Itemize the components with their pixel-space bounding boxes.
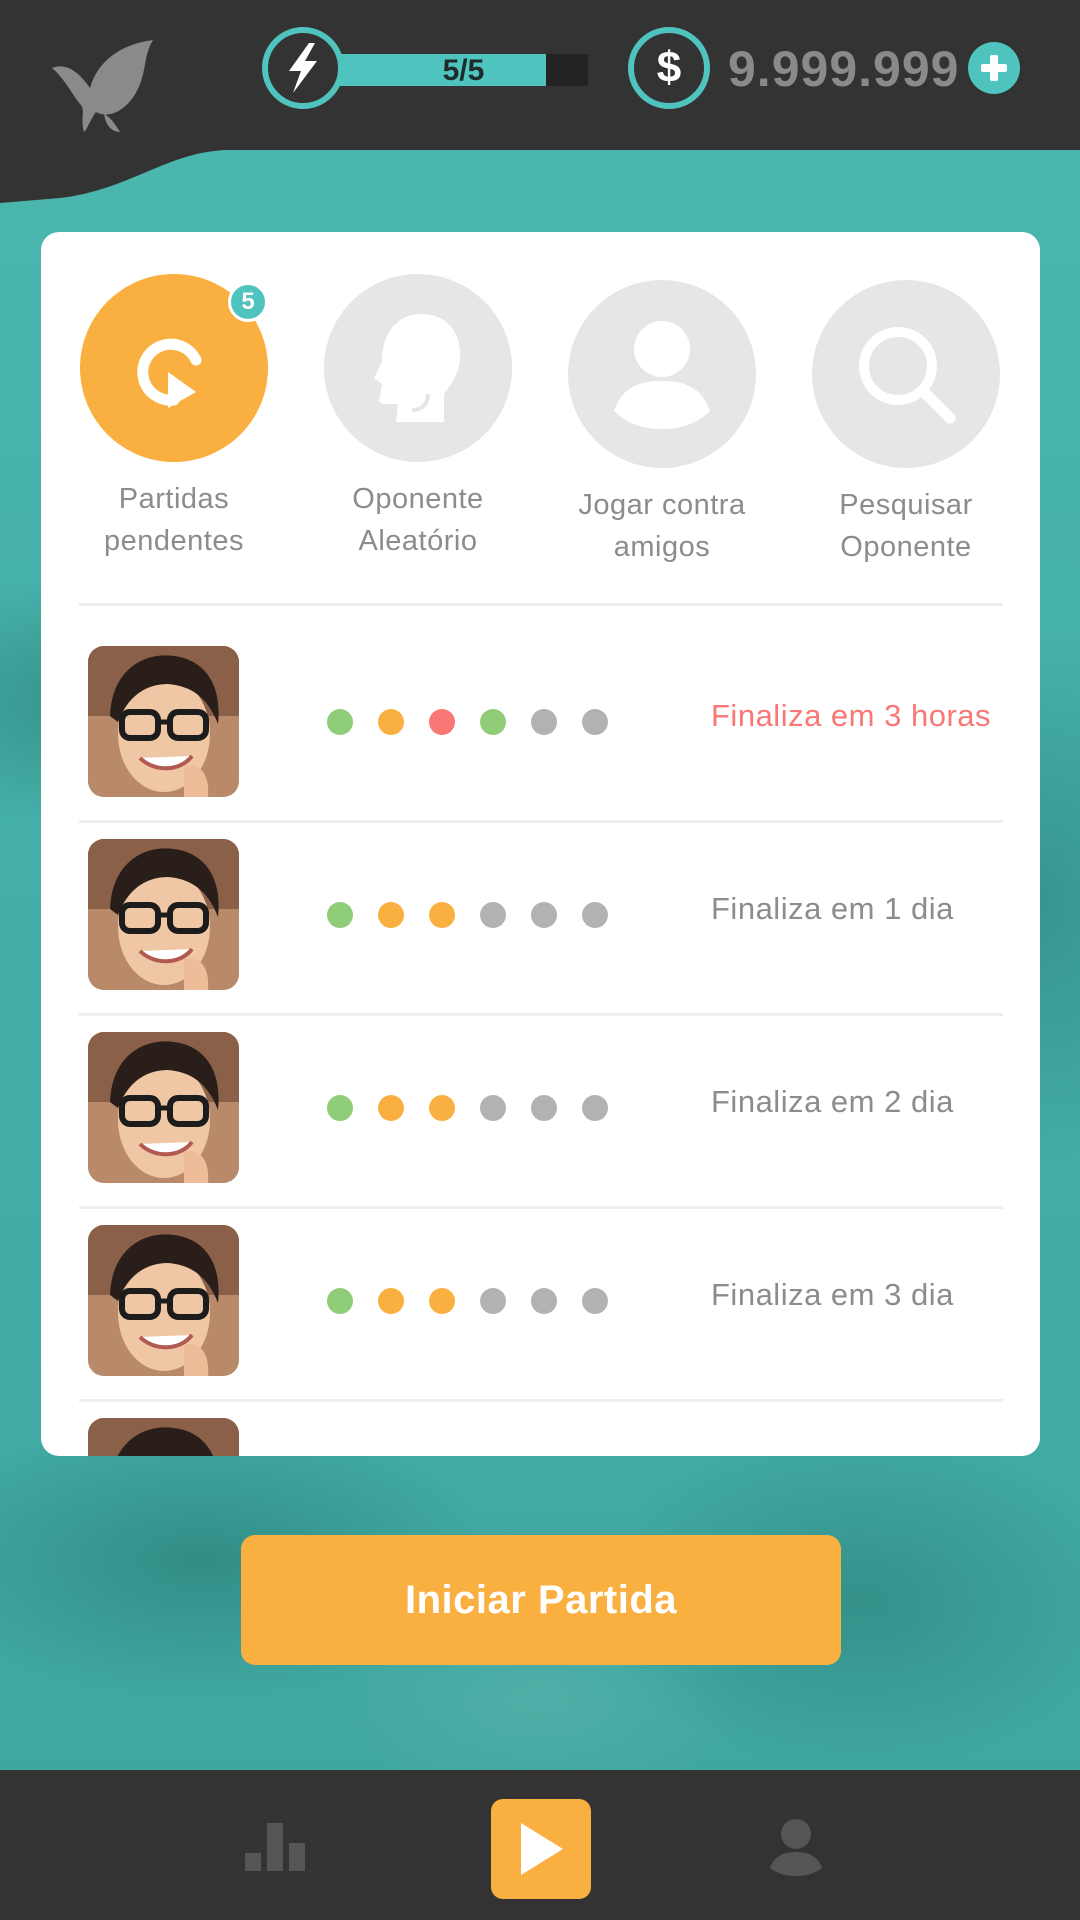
match-row[interactable]: Finaliza em 1 dia	[41, 839, 1040, 1032]
bottom-nav	[0, 1770, 1080, 1920]
round-dot	[480, 902, 506, 928]
start-match-button[interactable]: Iniciar Partida	[241, 1535, 841, 1665]
round-dot	[429, 902, 455, 928]
match-deadline: Finaliza em 3 horas	[711, 698, 992, 733]
round-dot	[327, 1095, 353, 1121]
match-deadline: Finaliza em 3 dia	[711, 1277, 954, 1312]
match-row[interactable]: Finaliza em 2 dia	[41, 1032, 1040, 1225]
energy-bar: 5/5	[310, 54, 588, 87]
opponent-avatar	[88, 1418, 239, 1456]
round-dot	[480, 709, 506, 735]
opponent-avatar	[88, 646, 239, 797]
add-coins-button[interactable]	[968, 42, 1020, 94]
top-bar: 5/5 $ 9.999.999	[0, 0, 1080, 210]
round-dot	[531, 709, 557, 735]
head-silhouette-icon	[374, 314, 461, 422]
match-deadline: Finaliza em 1 dia	[711, 891, 954, 926]
search-icon	[859, 327, 956, 424]
round-dot	[531, 1288, 557, 1314]
bar-chart-icon	[245, 1823, 305, 1871]
mode-label: Pesquisar Oponente	[839, 489, 973, 563]
opponent-avatar	[88, 1032, 239, 1183]
opponent-avatar	[88, 1225, 239, 1376]
person-icon	[770, 1819, 822, 1876]
round-dot	[582, 709, 608, 735]
mode-search-opponent[interactable]: Pesquisar Oponente	[796, 280, 1016, 568]
energy-count: 5/5	[442, 54, 485, 87]
round-dot	[480, 1095, 506, 1121]
round-dot	[582, 902, 608, 928]
opponent-avatar	[88, 839, 239, 990]
round-dot	[582, 1288, 608, 1314]
pending-count-badge: 5	[228, 282, 268, 322]
divider	[79, 1399, 1003, 1402]
round-progress	[327, 709, 633, 735]
round-dot	[378, 709, 404, 735]
round-dot	[378, 902, 404, 928]
bird-logo-icon	[50, 38, 160, 134]
round-dot	[429, 709, 455, 735]
round-progress	[327, 1095, 633, 1121]
nav-play-button[interactable]	[491, 1799, 591, 1899]
divider	[79, 1206, 1003, 1209]
round-dot	[582, 1095, 608, 1121]
round-dot	[429, 1095, 455, 1121]
mode-pending-matches[interactable]: 5 Partidas pendentes	[64, 274, 284, 562]
round-dot	[327, 1288, 353, 1314]
mode-pending-circle: 5	[80, 274, 268, 462]
round-dot	[531, 902, 557, 928]
round-dot	[327, 902, 353, 928]
round-dot	[429, 1288, 455, 1314]
match-row[interactable]: Finaliza em 3 horas	[41, 646, 1040, 839]
mode-random-opponent[interactable]: Oponente Aleatório	[308, 274, 528, 562]
person-icon	[614, 321, 710, 429]
mode-label: Jogar contra amigos	[578, 489, 746, 563]
divider	[79, 603, 1003, 606]
round-progress	[327, 1288, 633, 1314]
mode-label: Partidas pendentes	[104, 483, 244, 557]
dollar-coin-icon: $	[628, 27, 710, 109]
play-icon	[521, 1823, 563, 1875]
mode-friends-circle	[568, 280, 756, 468]
match-deadline: Finaliza em 2 dia	[711, 1084, 954, 1119]
nav-profile-button[interactable]	[770, 1818, 822, 1876]
refresh-arrow-icon	[137, 338, 202, 408]
round-dot	[327, 709, 353, 735]
mode-label: Oponente Aleatório	[352, 483, 484, 557]
round-progress	[327, 902, 633, 928]
round-dot	[531, 1095, 557, 1121]
nav-stats-button[interactable]	[245, 1823, 305, 1871]
mode-random-circle	[324, 274, 512, 462]
round-dot	[480, 1288, 506, 1314]
game-modes-card: 5 Partidas pendentes Oponente Aleatório …	[41, 232, 1040, 1456]
divider	[79, 820, 1003, 823]
match-row[interactable]: Finaliza em 3 dia	[41, 1225, 1040, 1418]
divider	[79, 1013, 1003, 1016]
mode-search-circle	[812, 280, 1000, 468]
header-wave-shape	[0, 0, 1080, 203]
round-dot	[378, 1095, 404, 1121]
round-dot	[378, 1288, 404, 1314]
lightning-icon	[262, 27, 344, 109]
match-row[interactable]	[41, 1418, 1040, 1456]
coin-balance: 9.999.999	[728, 41, 960, 97]
mode-play-friends[interactable]: Jogar contra amigos	[552, 280, 772, 568]
